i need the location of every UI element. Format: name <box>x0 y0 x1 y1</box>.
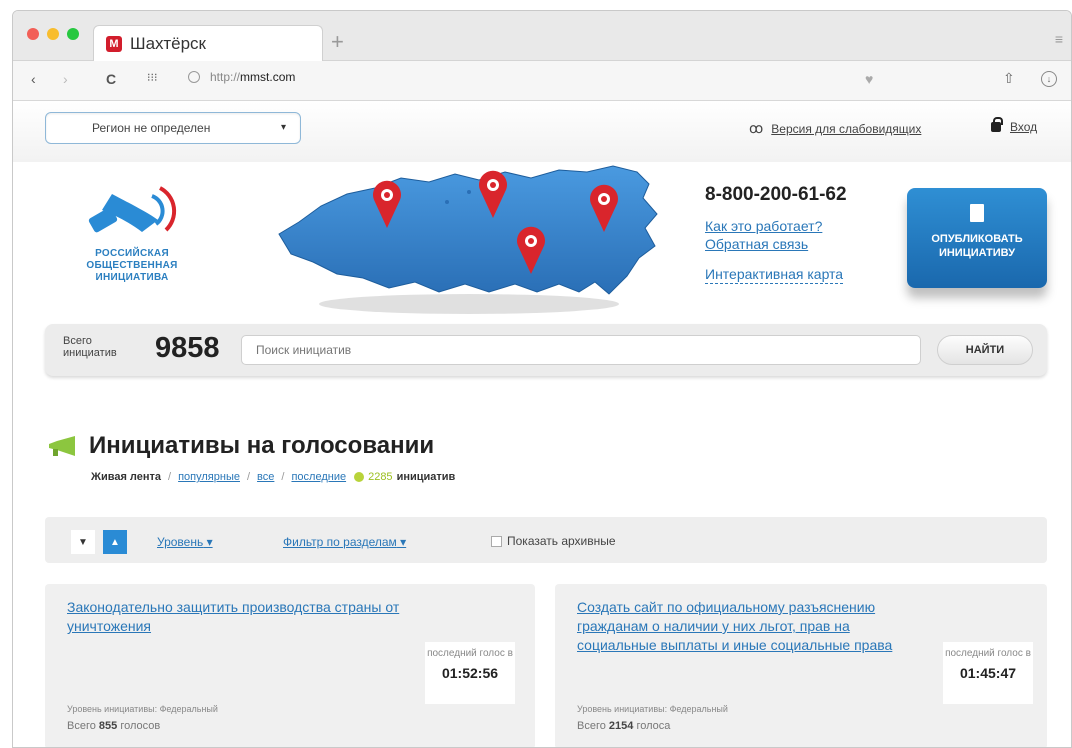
total-initiatives-count: 9858 <box>155 332 220 364</box>
sort-desc-button[interactable]: ▼ <box>71 530 95 554</box>
initiative-title-link[interactable]: Законодательно защитить производства стр… <box>67 598 407 636</box>
tab-bar: М Шахтёрск + ≡ <box>13 11 1071 62</box>
how-it-works-link[interactable]: Как это работает? <box>705 217 843 235</box>
back-icon[interactable]: ‹ <box>31 71 36 87</box>
feedback-link[interactable]: Обратная связь <box>705 235 843 253</box>
live-feed-label: Живая лента <box>91 471 162 483</box>
favicon-icon: М <box>106 36 122 52</box>
publish-initiative-button[interactable]: ОПУБЛИКОВАТЬ ИНИЦИАТИВУ <box>907 188 1047 288</box>
initiative-card: Создать сайт по официальному разъяснению… <box>555 584 1047 747</box>
initiative-card: Законодательно защитить производства стр… <box>45 584 535 747</box>
region-select[interactable]: Регион не определен ▾ <box>45 112 301 144</box>
glasses-icon: ꝏ <box>749 120 764 136</box>
status-dot-icon <box>354 472 365 482</box>
top-strip: Регион не определен ▾ ꝏ Версия для слабо… <box>13 102 1071 162</box>
initiative-level: Уровень инициативы: Федеральный <box>67 704 218 714</box>
share-icon[interactable]: ⇧ <box>1003 70 1015 87</box>
last-vote-time: 01:52:56 <box>441 665 499 681</box>
site-content: Регион не определен ▾ ꝏ Версия для слабо… <box>13 102 1071 747</box>
url-host: mmst.com <box>240 70 296 84</box>
apps-grid-icon[interactable]: ⁝⁝⁝ <box>147 71 158 84</box>
address-bar: ‹ › C ⁝⁝⁝ http://mmst.com ♥ ⇧ ↓ <box>13 61 1071 101</box>
last-vote-label: последний голос в <box>427 648 513 659</box>
publish-label-1: ОПУБЛИКОВАТЬ <box>931 233 1023 245</box>
tab-menu-icon[interactable]: ≡ <box>1055 31 1063 47</box>
interactive-map-link[interactable]: Интерактивная карта <box>705 265 844 284</box>
browser-window: М Шахтёрск + ≡ ‹ › C ⁝⁝⁝ http://mmst.com… <box>12 10 1072 748</box>
tab-title: Шахтёрск <box>130 34 206 53</box>
megaphone-icon <box>49 436 75 456</box>
site-logo[interactable]: РОССИЙСКАЯ ОБЩЕСТВЕННАЯ ИНИЦИАТИВА <box>67 174 197 284</box>
heart-icon[interactable]: ♥ <box>865 71 873 87</box>
show-archived-label: Показать архивные <box>507 534 616 548</box>
popular-link[interactable]: популярные <box>178 471 240 483</box>
megaphone-logo-icon <box>88 186 177 233</box>
initiative-level: Уровень инициативы: Федеральный <box>577 704 728 714</box>
header-links: Как это работает? Обратная связь Интерак… <box>705 217 844 284</box>
section-title: Инициативы на голосовании <box>89 432 435 459</box>
search-button[interactable]: НАЙТИ <box>937 335 1033 365</box>
all-link[interactable]: все <box>257 471 274 483</box>
initiatives-count: 2285 <box>368 471 393 483</box>
document-icon <box>970 204 984 222</box>
checkbox-icon[interactable] <box>491 535 502 547</box>
region-label: Регион не определен <box>92 121 211 135</box>
close-window-button[interactable] <box>27 28 39 40</box>
russia-map[interactable] <box>269 162 669 317</box>
show-archived-checkbox[interactable]: Показать архивные <box>491 534 616 548</box>
publish-label-2: ИНИЦИАТИВУ <box>938 247 1016 259</box>
total-initiatives-label: Всего инициатив <box>63 335 117 359</box>
filter-bar: ▼ ▲ Уровень ▾ Фильтр по разделам ▾ Показ… <box>45 517 1047 563</box>
login-label[interactable]: Вход <box>1010 120 1037 134</box>
login-link[interactable]: Вход <box>991 117 1037 134</box>
reload-icon[interactable]: C <box>106 71 116 87</box>
section-header: Инициативы на голосовании <box>47 432 434 460</box>
chevron-down-icon: ▾ <box>280 122 286 133</box>
search-bar: Всего инициатив 9858 НАЙТИ <box>45 324 1047 376</box>
section-filter[interactable]: Фильтр по разделам ▾ <box>283 535 406 549</box>
accessibility-label[interactable]: Версия для слабовидящих <box>771 122 921 136</box>
sort-asc-button[interactable]: ▲ <box>103 530 127 554</box>
last-vote-label: последний голос в <box>945 648 1031 659</box>
last-vote-box: последний голос в 01:45:47 <box>943 642 1033 704</box>
site-header: РОССИЙСКАЯ ОБЩЕСТВЕННАЯ ИНИЦИАТИВА 8-800… <box>13 162 1071 332</box>
new-tab-button[interactable]: + <box>331 29 344 55</box>
minimize-window-button[interactable] <box>47 28 59 40</box>
initiative-title-link[interactable]: Создать сайт по официальному разъяснению… <box>577 598 925 655</box>
hotline-phone: 8-800-200-61-62 <box>705 184 847 205</box>
latest-link[interactable]: последние <box>291 471 346 483</box>
url-prefix: http:// <box>210 70 241 84</box>
last-vote-box: последний голос в 01:52:56 <box>425 642 515 704</box>
url-field[interactable]: http://mmst.com <box>188 70 295 84</box>
site-info-icon[interactable] <box>188 71 200 83</box>
maximize-window-button[interactable] <box>67 28 79 40</box>
accessibility-link[interactable]: ꝏ Версия для слабовидящих <box>749 120 921 137</box>
vote-count: Всего 2154 голоса <box>577 720 671 732</box>
browser-tab[interactable]: М Шахтёрск <box>93 25 323 62</box>
initiatives-word: инициатив <box>396 471 456 483</box>
lock-icon <box>991 117 1003 132</box>
vote-count: Всего 855 голосов <box>67 720 161 732</box>
feed-filters: Живая лента / популярные / все / последн… <box>91 471 456 483</box>
search-input[interactable] <box>241 335 921 365</box>
logo-text: РОССИЙСКАЯ ОБЩЕСТВЕННАЯ ИНИЦИАТИВА <box>86 248 178 283</box>
forward-icon[interactable]: › <box>63 71 68 87</box>
last-vote-time: 01:45:47 <box>959 665 1017 681</box>
level-filter[interactable]: Уровень ▾ <box>157 535 213 549</box>
download-icon[interactable]: ↓ <box>1041 71 1057 87</box>
